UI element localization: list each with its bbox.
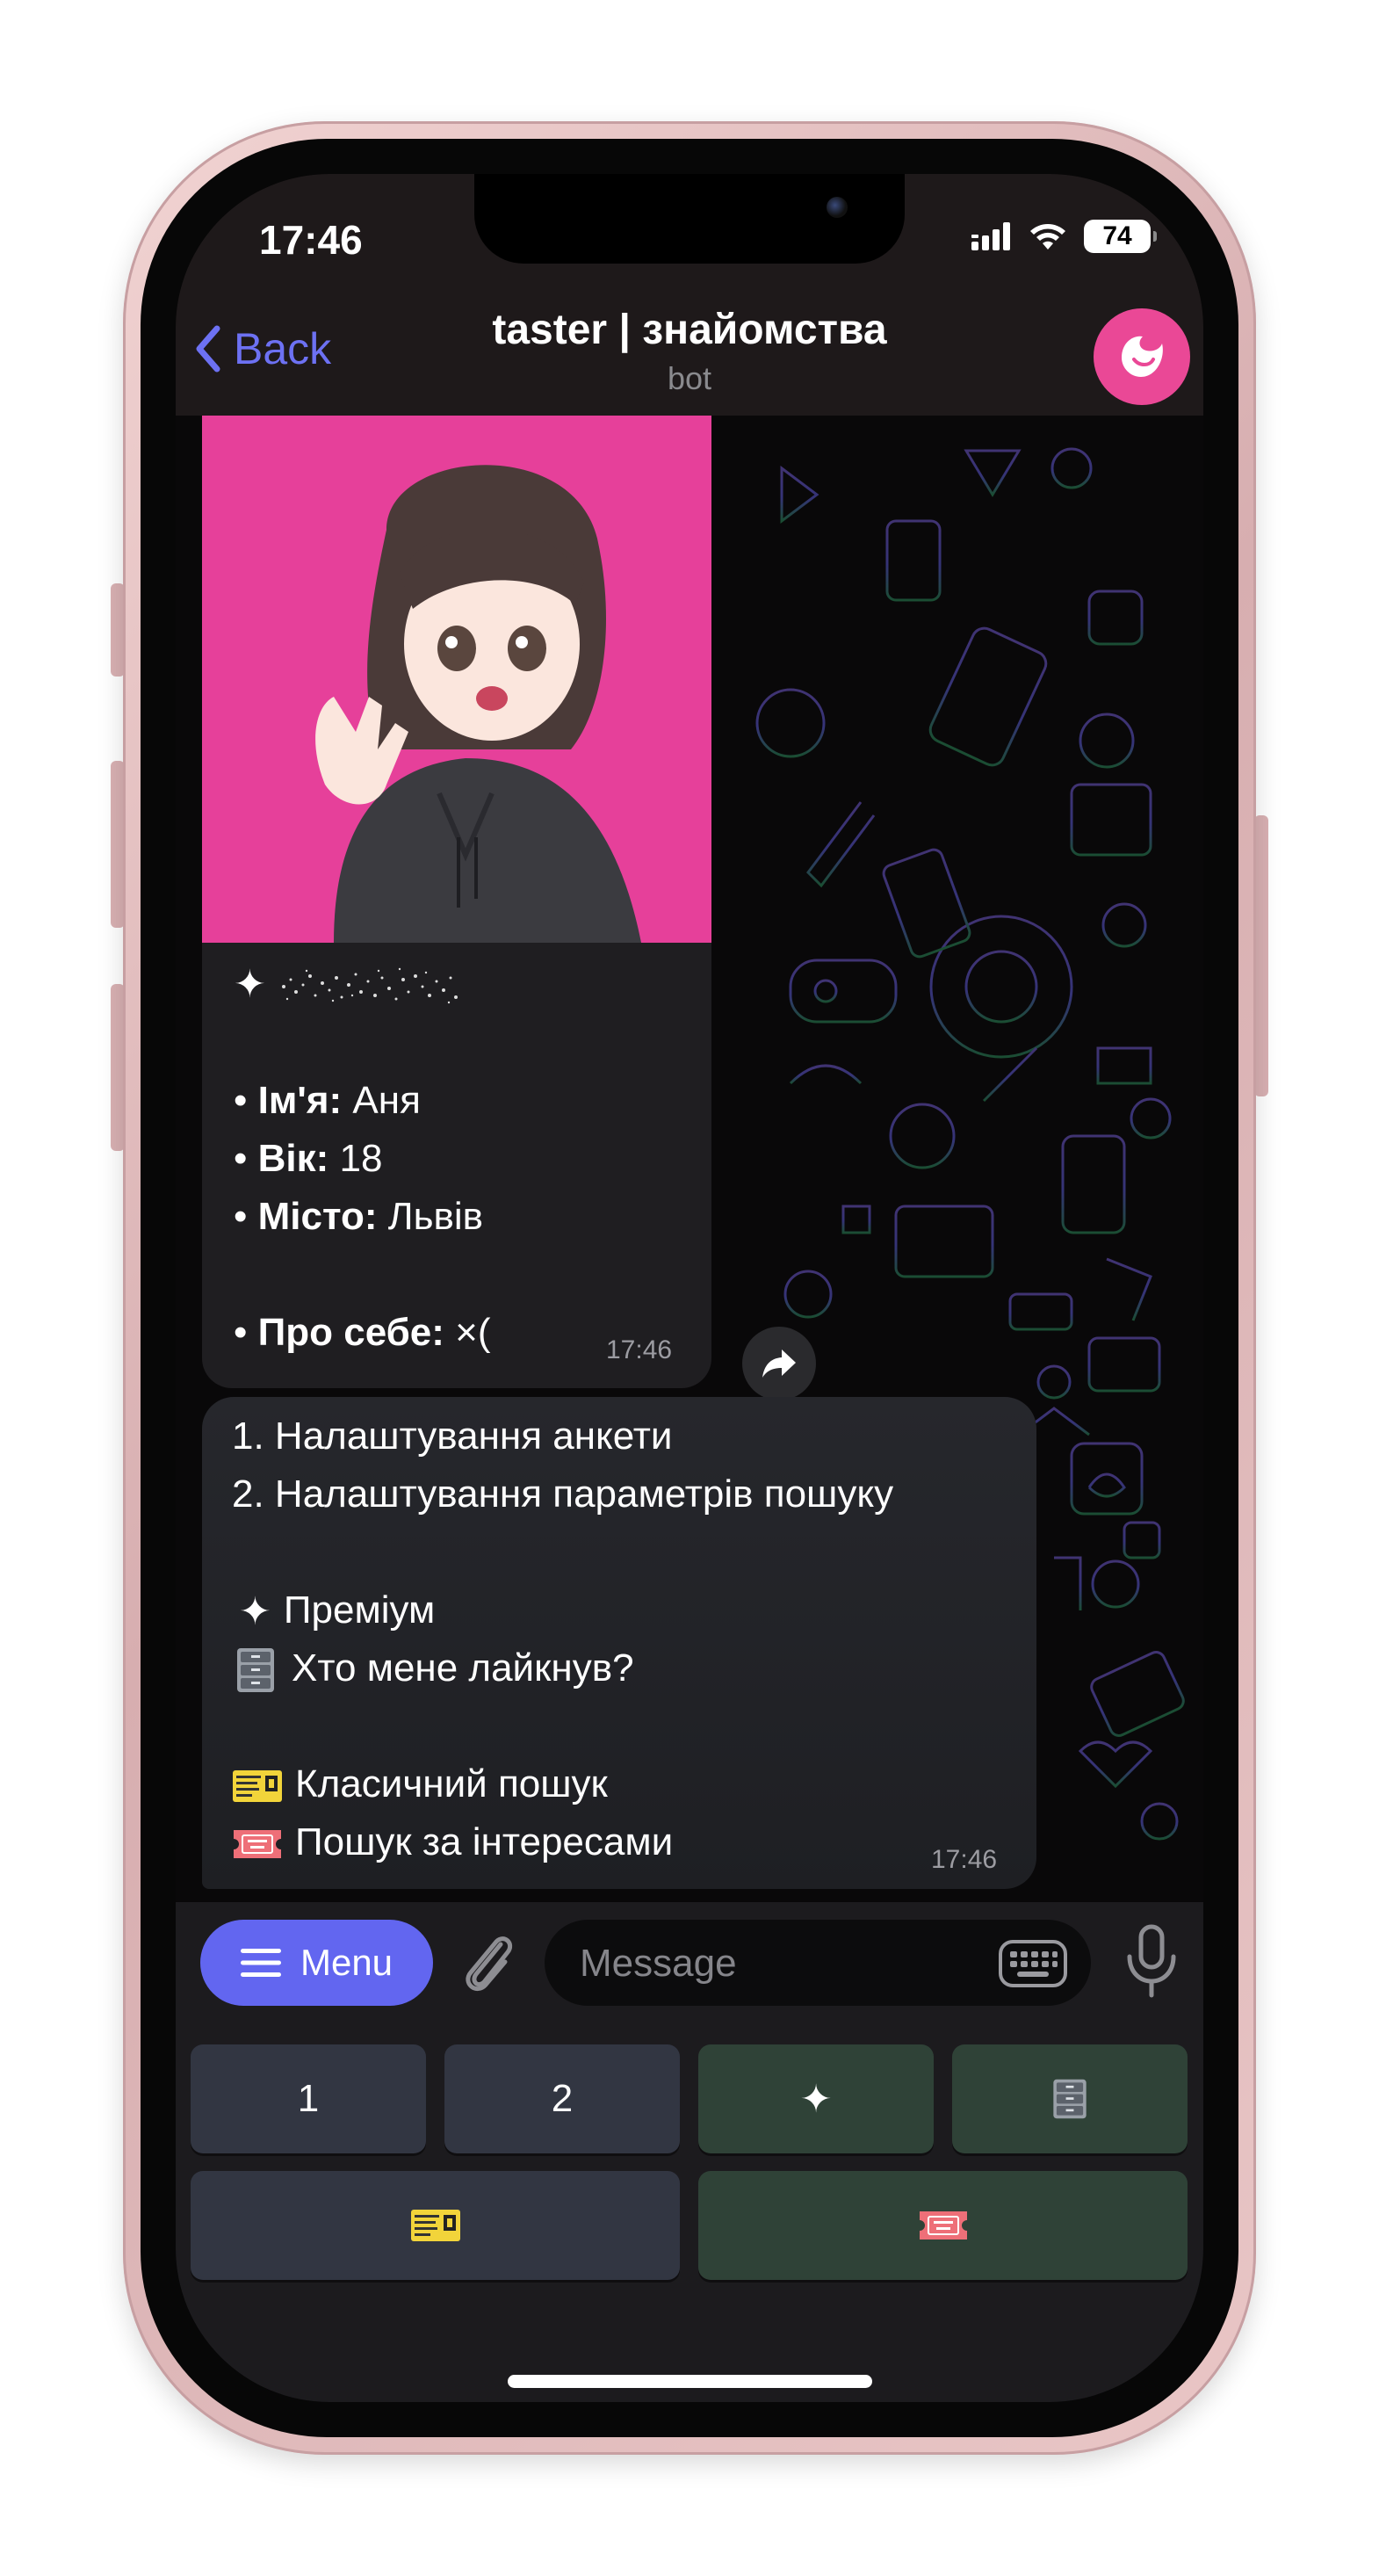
bot-reply-keyboard: 1 2 ✦ xyxy=(176,2020,1203,2402)
forward-arrow-icon xyxy=(762,1350,796,1378)
bot-avatar[interactable] xyxy=(1094,308,1190,405)
menu-line-classic-search: Класичний пошук xyxy=(232,1755,893,1813)
sparkle-icon: ✦ xyxy=(234,963,266,1006)
menu-line-premium: ✦ Преміум xyxy=(232,1581,893,1639)
phone-screen: 17:46 74 Back taster | знайомства bot ✦ … xyxy=(176,174,1203,2402)
hamburger-menu-icon xyxy=(240,1949,281,1977)
attach-icon[interactable] xyxy=(457,1928,518,1997)
menu-line-interest-search: Пошук за інтересами xyxy=(232,1813,893,1871)
keyboard-button-2[interactable]: 2 xyxy=(444,2044,680,2153)
menu-line-likes: Хто мене лайкнув? xyxy=(232,1639,893,1697)
menu-line-search-settings: 2. Налаштування параметрів пошуку xyxy=(232,1473,894,1516)
keyboard-button-likes[interactable] xyxy=(952,2044,1188,2153)
profile-photo[interactable] xyxy=(202,416,711,943)
admission-ticket-icon xyxy=(919,2211,967,2240)
forward-button[interactable] xyxy=(742,1327,816,1400)
message-input[interactable] xyxy=(578,1920,1003,2008)
keyboard-button-interest-search[interactable] xyxy=(698,2171,1188,2280)
sparkle-icon: ✦ xyxy=(239,1590,271,1634)
keyboard-button-premium[interactable]: ✦ xyxy=(698,2044,934,2153)
front-camera xyxy=(827,197,848,218)
profile-message-text: ✦ • Ім'я: Аня • Вік: 18 • Місто: Львів •… xyxy=(234,956,690,1362)
message-time: 17:46 xyxy=(931,1845,998,1874)
message-input-bar: Menu xyxy=(176,1902,1203,2020)
file-cabinet-icon xyxy=(237,1648,274,1693)
profile-heading: ✦ xyxy=(234,956,690,1014)
keyboard-button-label: 2 xyxy=(551,2077,574,2120)
profile-age: • Вік: 18 xyxy=(234,1137,383,1180)
concert-ticket-icon xyxy=(410,2210,460,2241)
keyboard-button-classic-search[interactable] xyxy=(191,2171,680,2280)
bot-menu-button[interactable]: Menu xyxy=(200,1920,433,2006)
wifi-icon xyxy=(1030,224,1065,250)
chat-title[interactable]: taster | знайомства xyxy=(176,306,1203,354)
cellular-signal-icon xyxy=(971,222,1010,250)
sparkle-icon: ✦ xyxy=(799,2077,833,2121)
admission-ticket-icon xyxy=(234,1830,281,1859)
status-time: 17:46 xyxy=(259,217,363,263)
menu-message-text: 1. Налаштування анкети 2. Налаштування п… xyxy=(232,1407,893,1871)
profile-message-bubble[interactable]: ✦ • Ім'я: Аня • Вік: 18 • Місто: Львів •… xyxy=(202,416,711,1388)
menu-label: Menu xyxy=(300,1942,393,1983)
microphone-icon[interactable] xyxy=(1123,1923,1180,1999)
home-indicator[interactable] xyxy=(508,2375,872,2388)
profile-city: • Місто: Львів xyxy=(234,1195,484,1238)
file-cabinet-icon xyxy=(1053,2079,1087,2119)
concert-ticket-icon xyxy=(233,1770,282,1803)
keyboard-button-1[interactable]: 1 xyxy=(191,2044,426,2153)
spoiler-text[interactable] xyxy=(277,960,461,1013)
chat-area: ✦ • Ім'я: Аня • Вік: 18 • Місто: Львів •… xyxy=(176,416,1203,1902)
notch xyxy=(474,174,905,264)
bot-logo-icon xyxy=(1122,336,1163,377)
menu-line-profile-settings: 1. Налаштування анкети xyxy=(232,1415,673,1458)
message-time: 17:46 xyxy=(606,1335,673,1364)
battery-indicator: 74 xyxy=(1084,220,1157,253)
status-icons: 74 xyxy=(971,220,1157,253)
profile-name: • Ім'я: Аня xyxy=(234,1079,421,1122)
chat-subtitle: bot xyxy=(667,360,712,396)
menu-message-bubble[interactable]: 1. Налаштування анкети 2. Налаштування п… xyxy=(202,1397,1036,1889)
message-field[interactable] xyxy=(545,1920,1091,2008)
power-button xyxy=(1254,815,1268,1096)
keyboard-button-label: 1 xyxy=(297,2077,320,2120)
bot-keyboard-icon[interactable] xyxy=(998,1939,1068,1988)
